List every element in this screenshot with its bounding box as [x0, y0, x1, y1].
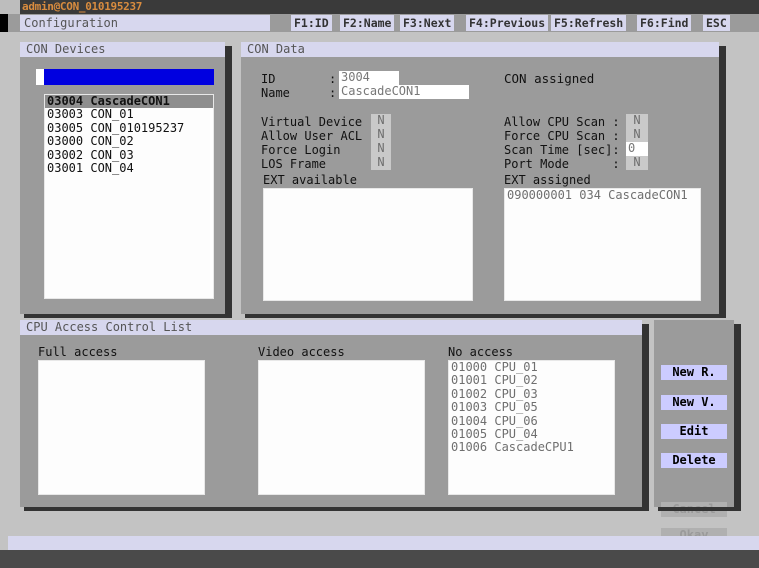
ext-available-label: EXT available — [263, 173, 357, 187]
action-panel-shadow — [734, 324, 741, 511]
application-window: admin@CON_010195237 Configuration F1:ID F… — [0, 0, 759, 568]
con-data-right-field-label: Force CPU Scan : — [504, 129, 620, 143]
newr-button[interactable]: New R. — [661, 365, 727, 380]
con-device-row[interactable]: 03005 CON_010195237 — [45, 121, 213, 135]
menu-fkey-f1[interactable]: F1:ID — [291, 15, 332, 31]
text-caret — [36, 69, 44, 85]
video-access-label: Video access — [258, 345, 345, 359]
id-field-label: ID — [261, 72, 276, 86]
menu-fkey-f3[interactable]: F3:Next — [400, 15, 455, 31]
menu-fkey-f2[interactable]: F2:Name — [340, 15, 395, 31]
no-access-row[interactable]: 01004 CPU_06 — [449, 414, 614, 428]
con-device-row[interactable]: 03000 CON_02 — [45, 134, 213, 148]
con-device-row[interactable]: 03002 CON_03 — [45, 148, 213, 162]
con-data-left-field-label: Virtual Device : — [261, 115, 377, 129]
no-access-row[interactable]: 01006 CascadeCPU1 — [449, 441, 614, 455]
cpu-acl-panel: CPU Access Control List Full access Vide… — [20, 320, 642, 507]
cpu-acl-title: CPU Access Control List — [20, 320, 642, 335]
con-data-panel-shadow — [719, 46, 726, 318]
desktop-surface: CON Devices 03004 CascadeCON1 03003 CON_0… — [0, 32, 759, 543]
con-data-right-field-value[interactable]: 0 — [626, 142, 648, 156]
video-access-list[interactable] — [258, 360, 425, 495]
name-field-value[interactable]: CascadeCON1 — [339, 85, 469, 99]
con-devices-list[interactable]: 03004 CascadeCON1 03003 CON_01 03005 CON_0… — [44, 94, 214, 299]
bottom-left-rail — [0, 536, 8, 550]
con-data-right-field-label: Scan Time [sec]: — [504, 143, 620, 157]
name-field-label: Name — [261, 86, 290, 100]
cpu-acl-panel-shadow — [642, 324, 649, 511]
con-data-right-field-label: Port Mode : — [504, 157, 620, 171]
ext-assigned-row[interactable]: 090000001 034 CascadeCON1 — [505, 189, 700, 202]
con-data-left-field-value[interactable]: N — [371, 156, 391, 170]
con-devices-panel-shadow-bottom — [24, 314, 232, 318]
no-access-row[interactable]: 01003 CPU_05 — [449, 400, 614, 414]
status-bar — [8, 536, 759, 550]
con-device-row[interactable]: 03004 CascadeCON1 — [45, 95, 213, 109]
id-field-separator: : — [329, 72, 337, 86]
con-data-right-field-value[interactable]: N — [626, 114, 648, 128]
con-data-left-field-label: LOS Frame : — [261, 157, 377, 171]
cpu-acl-panel-shadow-bottom — [24, 507, 649, 511]
bottom-bezel — [0, 550, 759, 568]
con-data-left-field-value[interactable]: N — [371, 128, 391, 142]
action-button-panel: New R.New V.EditDeleteCancelOkay — [654, 320, 734, 543]
window-title-bar: admin@CON_010195237 — [0, 0, 759, 14]
menu-fkey-f6[interactable]: F6:Find — [637, 15, 692, 31]
no-access-row[interactable]: 01005 CPU_04 — [449, 427, 614, 441]
no-access-row[interactable]: 01002 CPU_03 — [449, 387, 614, 401]
ext-assigned-label: EXT assigned — [504, 173, 591, 187]
con-data-right-field-value[interactable]: N — [626, 128, 648, 142]
con-device-row[interactable]: 03001 CON_04 — [45, 161, 213, 175]
left-rail — [0, 32, 8, 536]
no-access-label: No access — [448, 345, 514, 359]
con-device-row[interactable]: 03003 CON_01 — [45, 107, 213, 121]
newv-button[interactable]: New V. — [661, 395, 727, 410]
con-data-panel-shadow-bottom — [245, 314, 726, 318]
title-bar-left-block — [0, 0, 20, 14]
con-data-panel: CON Data ID : 3004 Name : CascadeCON1 Vi… — [241, 42, 719, 314]
action-panel-shadow-bottom — [658, 507, 741, 511]
menu-fkey-f5[interactable]: F5:Refresh — [551, 15, 627, 31]
con-data-left-field-value[interactable]: N — [371, 114, 391, 128]
con-devices-panel-shadow — [225, 46, 232, 318]
no-access-row[interactable]: 01000 CPU_01 — [449, 361, 614, 374]
menu-fkey-esc[interactable]: ESC — [703, 15, 730, 31]
con-data-left-field-label: Allow User ACL : — [261, 129, 377, 143]
ext-available-list[interactable] — [263, 188, 473, 301]
menu-fkey-f4[interactable]: F4:Previous — [466, 15, 549, 31]
con-data-right-field-label: Allow CPU Scan : — [504, 115, 620, 129]
no-access-row[interactable]: 01001 CPU_02 — [449, 373, 614, 387]
con-data-left-field-value[interactable]: N — [371, 142, 391, 156]
session-user-label: admin@CON_010195237 — [22, 0, 143, 13]
full-access-list[interactable] — [38, 360, 205, 495]
con-data-right-field-value[interactable]: N — [626, 156, 648, 170]
con-devices-search-input[interactable] — [36, 69, 214, 85]
name-field-separator: : — [329, 86, 337, 100]
no-access-list[interactable]: 01000 CPU_01 01001 CPU_02 01002 CPU_03 0100… — [448, 360, 615, 495]
full-access-label: Full access — [38, 345, 118, 359]
inner-frame: CON Devices 03004 CascadeCON1 03003 CON_0… — [8, 32, 751, 543]
con-assigned-header: CON assigned — [504, 71, 595, 86]
con-devices-title: CON Devices — [20, 42, 225, 57]
menu-bar: Configuration F1:ID F2:Name F3:Next F4:Prev… — [8, 14, 759, 32]
con-data-left-field-label: Force Login : — [261, 143, 377, 157]
ext-assigned-list[interactable]: 090000001 034 CascadeCON1 — [504, 188, 701, 301]
con-devices-panel: CON Devices 03004 CascadeCON1 03003 CON_0… — [20, 42, 225, 314]
id-field-value[interactable]: 3004 — [339, 71, 399, 85]
con-data-title: CON Data — [241, 42, 719, 57]
edit-button[interactable]: Edit — [661, 424, 727, 439]
menu-title-configuration[interactable]: Configuration — [20, 15, 270, 31]
delete-button[interactable]: Delete — [661, 453, 727, 468]
